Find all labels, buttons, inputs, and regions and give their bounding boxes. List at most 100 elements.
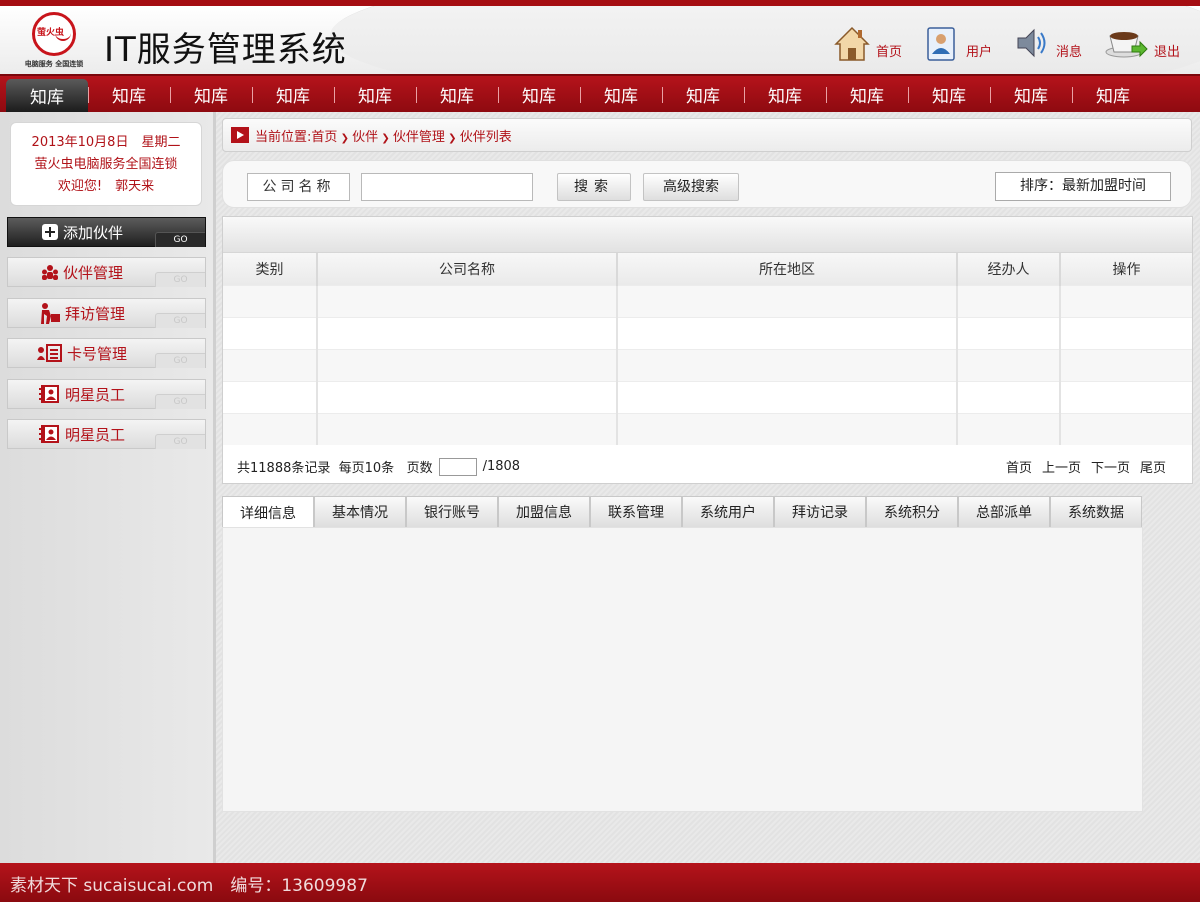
page-number-input[interactable] [438, 457, 477, 476]
table-cell [1060, 380, 1192, 413]
house-icon [834, 24, 870, 62]
table-cell [617, 412, 958, 445]
current-date: 2013年10月8日 星期二 [31, 135, 181, 150]
nav-item[interactable]: 知库 [416, 76, 498, 112]
tab-5[interactable]: 联系管理 [590, 496, 682, 527]
toplink-user[interactable]: 用户 [924, 24, 992, 62]
sidebar-partner-manage-button[interactable]: 伙伴管理 GO [7, 257, 206, 287]
search-button[interactable]: 搜索 [557, 173, 631, 201]
go-button[interactable]: GO [155, 232, 205, 247]
sidebar-star-staff-button[interactable]: 明星员工 GO [7, 379, 206, 409]
coffee-exit-icon [1104, 24, 1148, 62]
toplink-label: 消息 [1055, 45, 1082, 60]
speaker-icon [1014, 24, 1050, 62]
column-header[interactable]: 操作 [1060, 253, 1192, 285]
nav-item[interactable]: 知库 [498, 76, 580, 112]
last-page-link[interactable]: 尾页 [1140, 457, 1166, 476]
nav-item[interactable]: 知库 [6, 79, 88, 112]
sidebar-button-label-wrap: 拜访管理 [8, 299, 156, 327]
toplink-home[interactable]: 首页 [834, 24, 902, 62]
table-row[interactable] [223, 348, 1192, 381]
breadcrumb-item[interactable]: 伙伴 [352, 130, 378, 145]
advanced-search-button[interactable]: 高级搜索 [643, 173, 739, 201]
per-page: 每页10条 [338, 461, 395, 476]
go-button[interactable]: GO [155, 272, 205, 287]
table-cell [617, 348, 958, 381]
first-page-link[interactable]: 首页 [1006, 457, 1032, 476]
toplink-message[interactable]: 消息 [1014, 24, 1082, 62]
location-marker-icon [231, 127, 249, 143]
tab-6[interactable]: 系统用户 [682, 496, 774, 527]
tab-9[interactable]: 总部派单 [958, 496, 1050, 527]
go-button[interactable]: GO [155, 434, 205, 449]
toplink-logout[interactable]: 退出 [1104, 24, 1180, 62]
detail-tabs: 详细信息 基本情况 银行账号 加盟信息 联系管理 系统用户 拜访记录 系统积分 总部派单 系统数据 [222, 496, 1142, 528]
nav-item[interactable]: 知库 [990, 76, 1072, 112]
nav-item[interactable]: 知库 [252, 76, 334, 112]
search-bar: 公司名称 搜索 高级搜索 排序：最新加盟时间 [222, 160, 1192, 208]
tab-10[interactable]: 系统数据 [1050, 496, 1142, 527]
breadcrumb-item[interactable]: 伙伴列表 [460, 130, 512, 145]
table-cell [617, 284, 958, 317]
nav-item[interactable]: 知库 [826, 76, 908, 112]
footer-text: 素材天下 sucaisucai.com 编号：13609987 [10, 876, 368, 896]
column-header[interactable]: 所在地区 [617, 253, 958, 285]
logo-subtitle: 电脑服务 全国连锁 [24, 60, 84, 68]
chevron-right-icon: ❯ [378, 132, 393, 144]
breadcrumb: 当前位置: 首页 ❯ 伙伴 ❯ 伙伴管理 ❯ 伙伴列表 [222, 118, 1192, 152]
sidebar-button-label: 明星员工 [64, 385, 125, 404]
table-cell [957, 412, 1061, 445]
table-row[interactable] [223, 316, 1192, 349]
table-cell [317, 412, 618, 445]
smile-icon [55, 31, 71, 41]
logo-mark: 萤火虫 [32, 12, 76, 56]
go-button[interactable]: GO [155, 313, 205, 328]
breadcrumb-item[interactable]: 伙伴管理 [393, 130, 445, 145]
nav-item[interactable]: 知库 [908, 76, 990, 112]
column-header[interactable]: 公司名称 [317, 253, 618, 285]
tab-7[interactable]: 拜访记录 [774, 496, 866, 527]
nav-item[interactable]: 知库 [170, 76, 252, 112]
table-body [223, 284, 1192, 445]
sidebar-star-staff-button-2[interactable]: 明星员工 GO [7, 419, 206, 449]
tab-8[interactable]: 系统积分 [866, 496, 958, 527]
tab-4[interactable]: 加盟信息 [498, 496, 590, 527]
column-header[interactable]: 类别 [223, 253, 318, 285]
table-cell [223, 348, 318, 381]
sidebar-visit-manage-button[interactable]: 拜访管理 GO [7, 298, 206, 328]
nav-item[interactable]: 知库 [334, 76, 416, 112]
nav-item[interactable]: 知库 [1072, 76, 1154, 112]
logo: 萤火虫 电脑服务 全国连锁 [18, 12, 90, 72]
table-row[interactable] [223, 412, 1192, 445]
nav-item[interactable]: 知库 [662, 76, 744, 112]
table-row[interactable] [223, 380, 1192, 413]
column-header[interactable]: 经办人 [957, 253, 1061, 285]
table-row[interactable] [223, 284, 1192, 317]
sidebar-card-manage-button[interactable]: 卡号管理 GO [7, 338, 206, 368]
table-cell [957, 284, 1061, 317]
prev-page-link[interactable]: 上一页 [1042, 457, 1081, 476]
tab-1[interactable]: 详细信息 [222, 496, 314, 528]
nav-item[interactable]: 知库 [88, 76, 170, 112]
contact-book-icon [38, 424, 61, 444]
breadcrumb-item[interactable]: 首页 [311, 130, 337, 145]
table-cell [223, 412, 318, 445]
company-name-input[interactable] [361, 173, 533, 201]
sidebar: 2013年10月8日 星期二 萤火虫电脑服务全国连锁 欢迎您! 郭天来 添加伙伴… [0, 112, 216, 864]
company-name: 萤火虫电脑服务全国连锁 [34, 157, 178, 172]
nav-items: 知库 知库 知库 知库 知库 知库 知库 知库 知库 知库 知库 知库 知库 知库 [0, 76, 1200, 112]
next-page-link[interactable]: 下一页 [1091, 457, 1130, 476]
sidebar-add-partner-button[interactable]: 添加伙伴 GO [7, 217, 206, 247]
plus-icon [41, 223, 59, 241]
sidebar-button-label: 添加伙伴 [62, 223, 123, 242]
go-button[interactable]: GO [155, 353, 205, 368]
nav-item[interactable]: 知库 [744, 76, 826, 112]
tab-3[interactable]: 银行账号 [406, 496, 498, 527]
tab-2[interactable]: 基本情况 [314, 496, 406, 527]
nav-item[interactable]: 知库 [580, 76, 662, 112]
visit-icon [39, 302, 61, 324]
chevron-right-icon: ❯ [337, 132, 353, 144]
sort-select[interactable]: 排序：最新加盟时间 [995, 172, 1171, 201]
people-icon [41, 263, 59, 281]
go-button[interactable]: GO [155, 394, 205, 409]
